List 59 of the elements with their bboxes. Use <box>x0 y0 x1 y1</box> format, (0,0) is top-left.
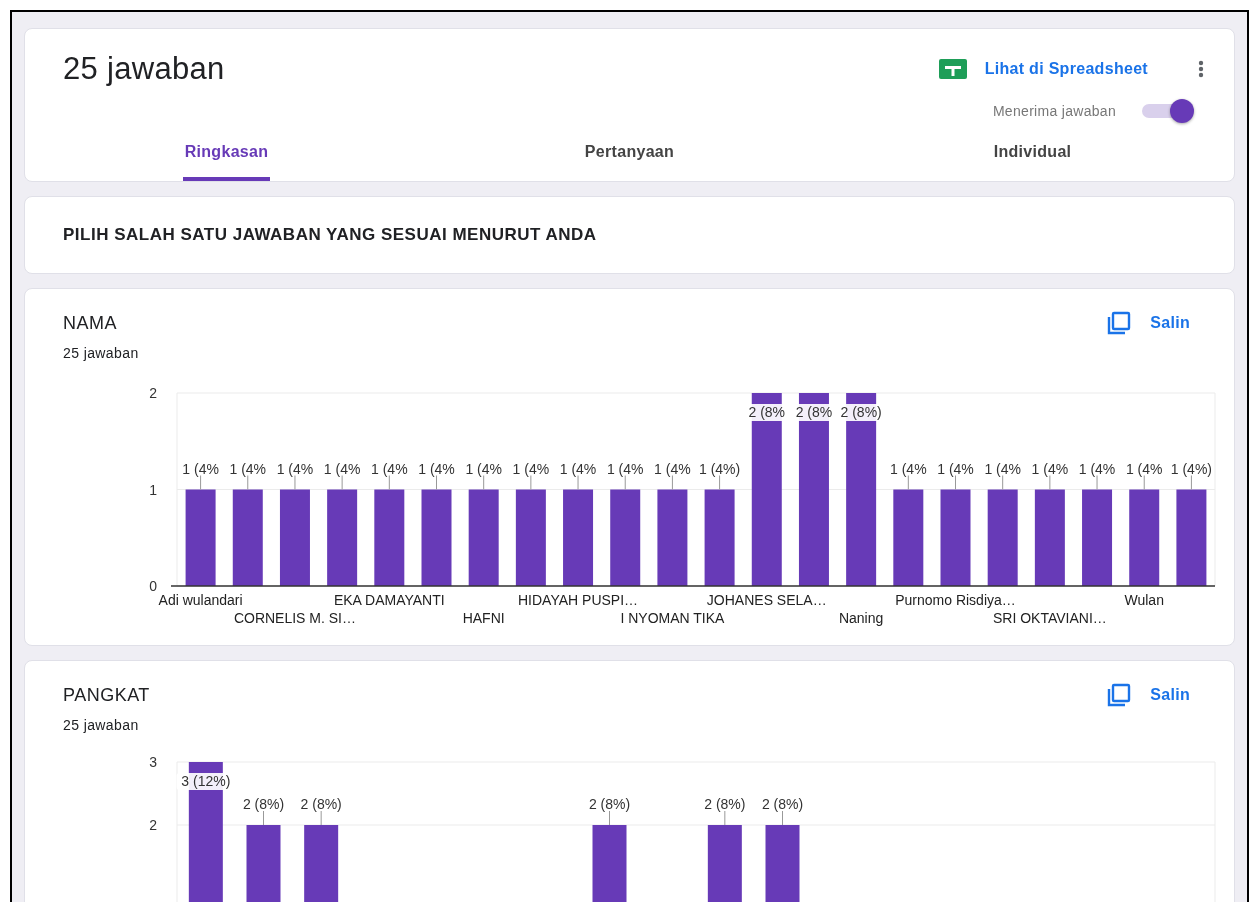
bar-value-label: 1 (4% <box>323 460 361 477</box>
category-label: Wulan <box>1124 592 1164 608</box>
axis-tick-label: 2 <box>149 385 157 401</box>
bar-value-label: 1 (4%) <box>698 460 741 477</box>
bar-value-label: 1 (4% <box>418 460 455 477</box>
tab[interactable]: Individual <box>991 139 1074 181</box>
bar-value-label: 1 (4% <box>276 460 314 477</box>
bar-value-label: 1 (4% <box>465 460 502 477</box>
axis-tick-label: 0 <box>149 578 157 594</box>
category-label: CORNELIS M. SI… <box>233 610 356 626</box>
category-label: Adi wulandari <box>158 592 243 608</box>
bar-value-label: 2 (8%) <box>704 796 746 812</box>
category-label: JOHANES SELA… <box>706 592 827 608</box>
category-label: I NYOMAN TIKA <box>620 610 725 626</box>
bar-value-label: 1 (4% <box>1125 460 1163 477</box>
bar-value-label: 1 (4% <box>1078 460 1116 477</box>
category-label: Naning <box>838 610 884 626</box>
bar-value-label: 1 (4% <box>512 460 550 477</box>
axis-tick-label: 2 <box>149 817 157 833</box>
bar-value-label: 1 (4% <box>654 460 691 477</box>
copy-button[interactable]: Salin <box>1106 311 1190 335</box>
bar-value-label: 2 (8%) <box>761 796 804 812</box>
axis-tick-label: 1 <box>149 481 157 498</box>
category-label: SRI OKTAVIANI… <box>992 610 1107 626</box>
response-count: 25 jawaban <box>62 716 140 733</box>
bar-value-label: 2 (8%) <box>242 796 285 812</box>
bar-value-label: 1 (4% <box>984 460 1021 477</box>
bar-value-label: 2 (8%) <box>588 796 631 812</box>
category-label: EKA DAMAYANTI <box>333 592 445 608</box>
bar-value-label: 1 (4% <box>1031 460 1069 477</box>
copy-icon <box>1106 683 1133 707</box>
view-in-spreadsheet-link[interactable]: Lihat di Spreadsheet <box>938 59 1148 79</box>
bar-value-label: 1 (4% <box>559 460 597 477</box>
bar-value-label: 1 (4% <box>606 460 644 477</box>
response-count-title: 25 jawaban <box>63 51 225 87</box>
more-options-icon[interactable] <box>1198 60 1204 78</box>
data-label: 2 (8%) <box>840 404 882 420</box>
bar-value-label: 2 (8%) <box>300 796 342 812</box>
copy-icon <box>1106 311 1133 335</box>
section-title: PILIH SALAH SATU JAWABAN YANG SESUAI MENURUT ANDA <box>63 225 598 245</box>
copy-button[interactable]: Salin <box>1106 683 1190 707</box>
tab[interactable]: Pertanyaan <box>582 139 677 181</box>
question-title: NAMA <box>63 312 117 334</box>
question-title: PANGKAT <box>63 684 150 706</box>
bar-value-label: 1 (4% <box>182 460 219 477</box>
axis-tick-label: 3 <box>149 754 157 770</box>
category-label: HAFNI <box>462 610 505 626</box>
bar-value-label: 1 (4% <box>890 460 927 477</box>
bar-value-label: 1 (4%) <box>1170 460 1213 477</box>
bar-value-label: 1 (4% <box>937 460 974 477</box>
spreadsheet-icon <box>938 59 967 79</box>
accepting-responses-label: Menerima jawaban <box>992 103 1116 119</box>
tab[interactable]: Ringkasan <box>182 139 271 181</box>
data-label: 3 (12%) <box>181 773 231 789</box>
bar-value-label: 1 (4% <box>229 460 267 477</box>
category-label: HIDAYAH PUSPI… <box>518 592 639 608</box>
category-label: Purnomo Risdiya… <box>895 592 1016 608</box>
bar-value-label: 1 (4% <box>371 460 408 477</box>
response-count: 25 jawaban <box>62 344 140 361</box>
